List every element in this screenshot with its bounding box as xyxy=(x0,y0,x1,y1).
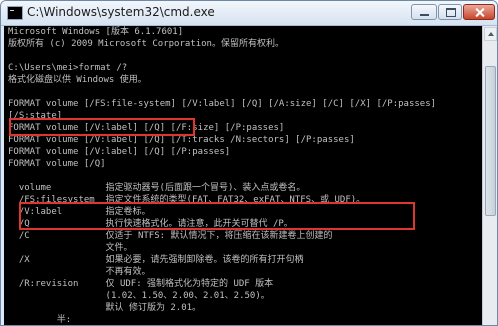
maximize-button[interactable] xyxy=(438,4,462,20)
vertical-scrollbar[interactable] xyxy=(482,26,497,325)
console-line: FORMAT volume [/Q] xyxy=(8,159,106,169)
console-line: /C 仅适于 NTFS: 默认情况下，将压缩在该新建卷上创建的 xyxy=(8,231,333,241)
highlight-box-params xyxy=(19,202,415,230)
console-line: 不再有效。 xyxy=(8,267,151,277)
console-output[interactable]: Microsoft Windows [版本 6.1.7601] 版权所有 (c)… xyxy=(4,26,482,325)
scroll-thumb[interactable] xyxy=(485,66,496,216)
scroll-up-arrow-icon[interactable] xyxy=(484,27,497,41)
cmd-window: C:\Windows\system32\cmd.exe Microsoft Wi… xyxy=(0,0,498,326)
console-line: 文件。 xyxy=(8,243,133,253)
console-line: C:\Users\mei>format /? xyxy=(8,63,128,73)
console-line: Microsoft Windows [版本 6.1.7601] xyxy=(8,27,184,37)
close-button[interactable] xyxy=(463,4,495,20)
console-line: FORMAT volume [/V:label] [/Q] [/P:passes… xyxy=(8,147,231,157)
console-line: 默认 修订版为 2.01。 xyxy=(8,303,202,313)
console-line: FORMAT volume [/FS:file-system] [/V:labe… xyxy=(8,99,437,109)
title-bar[interactable]: C:\Windows\system32\cmd.exe xyxy=(1,1,497,26)
console-line: volume 指定驱动器号(后面跟一个冒号)、装入点或卷名。 xyxy=(8,183,306,193)
console-line: /R:revision 仅 UDF: 强制格式化为特定的 UDF 版本 xyxy=(8,279,274,289)
console-line: /X 如果必要，请先强制卸除卷。该卷的所有打开句柄 xyxy=(8,255,304,265)
console-line: 版权所有 (c) 2009 Microsoft Corporation。保留所有… xyxy=(8,39,284,49)
cmd-icon[interactable] xyxy=(7,6,23,20)
console-line: 半: xyxy=(8,315,72,325)
console-line: 格式化磁盘以供 Windows 使用。 xyxy=(8,75,147,85)
highlight-box-format-syntax xyxy=(9,118,195,136)
window-title: C:\Windows\system32\cmd.exe xyxy=(27,5,215,19)
console-line: (1.02、1.50、2.00、2.01、2.50)。 xyxy=(8,291,270,301)
minimize-button[interactable] xyxy=(411,4,437,20)
